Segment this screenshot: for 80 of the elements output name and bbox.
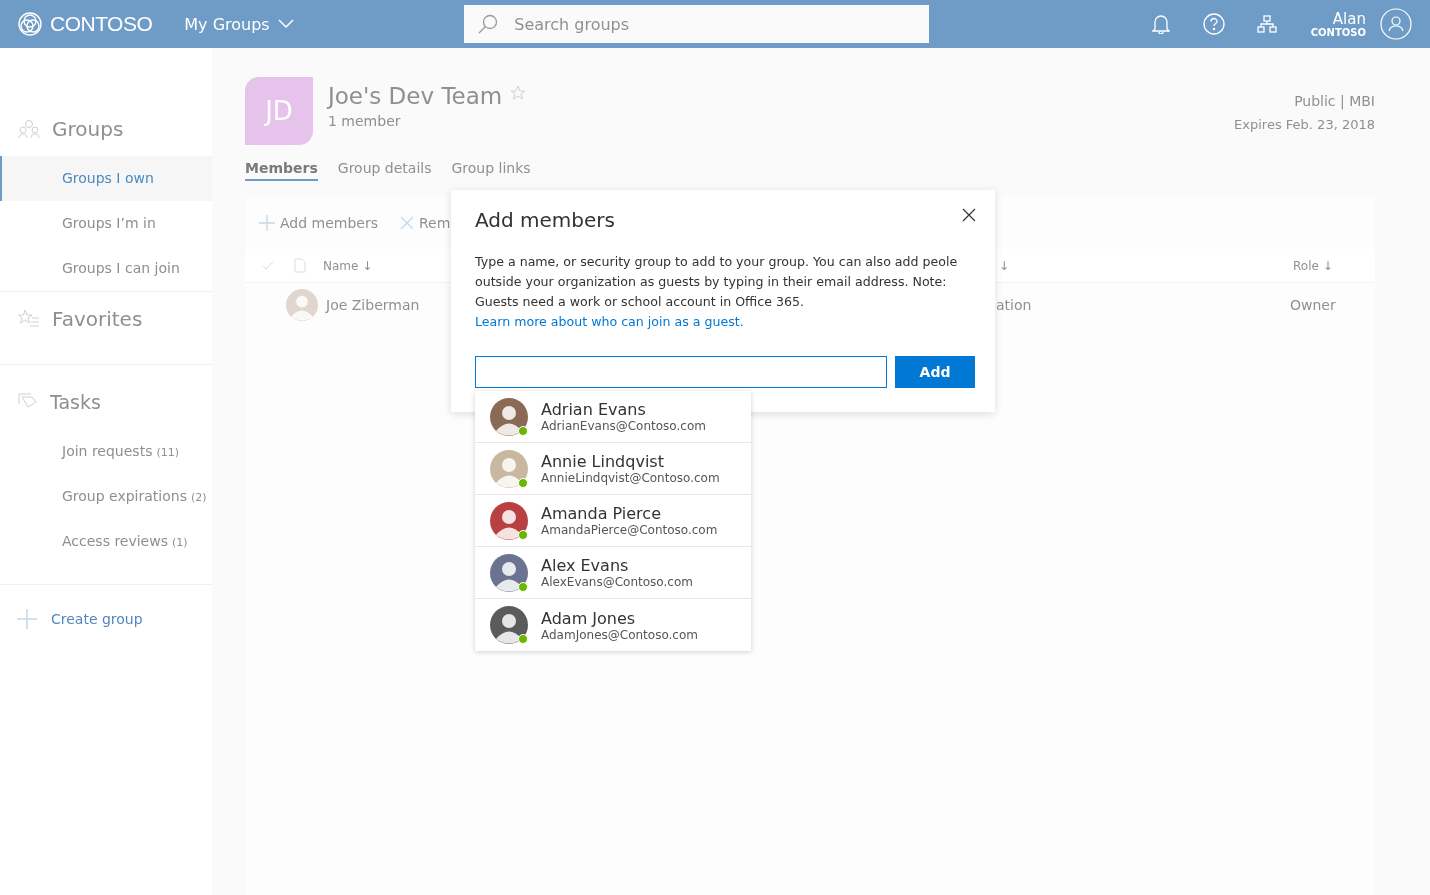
sidebar-item[interactable]: Groups I can join bbox=[0, 246, 212, 291]
avatar bbox=[286, 289, 318, 321]
sidebar-item[interactable]: Access reviews (1) bbox=[0, 519, 212, 564]
close-icon bbox=[962, 208, 976, 222]
create-group-link[interactable]: Create group bbox=[0, 585, 212, 629]
close-icon bbox=[400, 216, 414, 230]
add-members-button[interactable]: Add members bbox=[259, 215, 378, 231]
person-email: AdrianEvans@Contoso.com bbox=[541, 419, 706, 433]
app-menu[interactable]: My Groups bbox=[184, 14, 294, 34]
brand-name: CONTOSO bbox=[50, 12, 153, 36]
learn-more-link[interactable]: Learn more about who can join as a guest. bbox=[475, 312, 744, 332]
item-count: (2) bbox=[190, 490, 207, 506]
chevron-down-icon bbox=[277, 19, 294, 29]
avatar bbox=[490, 449, 528, 488]
sidebar-item[interactable]: Group expirations (2) bbox=[0, 474, 212, 519]
help-button[interactable] bbox=[1201, 12, 1226, 36]
item-count: (11) bbox=[156, 445, 179, 461]
help-icon bbox=[1202, 13, 1225, 35]
search-icon bbox=[478, 14, 499, 34]
table-cell: ation bbox=[996, 297, 1032, 313]
plus-icon bbox=[259, 215, 275, 231]
person-email: AlexEvans@Contoso.com bbox=[541, 575, 693, 589]
suggestion-item[interactable]: Adrian Evans AdrianEvans@Contoso.com bbox=[475, 391, 751, 443]
section-title[interactable]: Favorites bbox=[52, 307, 143, 331]
remove-button[interactable]: Rem bbox=[400, 215, 451, 231]
column-header[interactable]: Role ↓ bbox=[1293, 258, 1333, 273]
org-chart-button[interactable] bbox=[1254, 12, 1279, 36]
column-header[interactable]: Name ↓ bbox=[323, 258, 373, 273]
file-icon bbox=[294, 258, 306, 273]
table-cell: Owner bbox=[1290, 297, 1336, 313]
add-button[interactable]: Add bbox=[895, 356, 975, 388]
person-name: Alex Evans bbox=[541, 556, 630, 575]
person-name: Annie Lindqvist bbox=[541, 452, 665, 471]
close-button[interactable] bbox=[961, 208, 977, 224]
tab[interactable]: Group details bbox=[337, 160, 432, 181]
user-org: CONTOSO bbox=[1310, 26, 1366, 38]
tab[interactable]: Group links bbox=[451, 160, 531, 181]
classification: Public | MBI bbox=[1294, 93, 1375, 109]
sidebar-item[interactable]: Groups I’m in bbox=[0, 201, 212, 246]
column-header[interactable]: ↓ bbox=[999, 258, 1010, 273]
suggestion-item[interactable]: Amanda Pierce AmandaPierce@Contoso.com bbox=[475, 495, 751, 547]
person-email: AnnieLindqvist@Contoso.com bbox=[541, 471, 720, 485]
star-list-icon bbox=[18, 309, 40, 329]
check-icon[interactable] bbox=[262, 260, 274, 271]
section-title[interactable]: Groups bbox=[52, 117, 124, 141]
dialog-title: Add members bbox=[475, 208, 615, 232]
people-picker-field[interactable] bbox=[475, 356, 887, 388]
person-icon bbox=[1380, 8, 1412, 40]
bell-icon bbox=[1151, 14, 1170, 34]
avatar bbox=[490, 397, 528, 436]
sidebar-item[interactable]: Join requests (11) bbox=[0, 429, 212, 474]
org-chart-icon bbox=[1256, 15, 1277, 33]
avatar bbox=[490, 606, 528, 644]
dialog-description: Type a name, or security group to add to your group. You can also add peole outside your organization as guests by typing in their email address. Note: Guests need a work or school account in Office 365. bbox=[475, 253, 959, 311]
group-tile: JD bbox=[245, 77, 313, 145]
person-name: Adrian Evans bbox=[541, 400, 647, 419]
avatar bbox=[490, 553, 528, 592]
account-button[interactable] bbox=[1380, 8, 1412, 40]
suggestion-item[interactable]: Alex Evans AlexEvans@Contoso.com bbox=[475, 547, 751, 599]
item-count: (1) bbox=[172, 535, 188, 551]
suggestion-item[interactable]: Adam Jones AdamJones@Contoso.com bbox=[475, 599, 751, 651]
plus-icon bbox=[17, 609, 37, 629]
people-icon bbox=[18, 119, 40, 139]
suggestion-item[interactable]: Annie Lindqvist AnnieLindqvist@Contoso.com bbox=[475, 443, 751, 495]
section-title[interactable]: Tasks bbox=[50, 391, 101, 413]
person-name: Amanda Pierce bbox=[541, 504, 662, 523]
person-email: AdamJones@Contoso.com bbox=[541, 627, 698, 642]
avatar bbox=[490, 501, 528, 540]
person-name: Adam Jones bbox=[541, 608, 637, 628]
expiry-date: Expires Feb. 23, 2018 bbox=[1234, 117, 1375, 132]
logo-icon bbox=[18, 12, 42, 36]
sidebar-item[interactable]: Groups I own bbox=[0, 156, 212, 201]
user-name: Alan bbox=[1332, 10, 1366, 27]
star-icon[interactable] bbox=[510, 85, 527, 101]
person-email: AmandaPierce@Contoso.com bbox=[541, 523, 718, 537]
tab[interactable]: Members bbox=[245, 160, 318, 181]
member-count: 1 member bbox=[328, 113, 402, 129]
search-field[interactable]: Search groups bbox=[464, 5, 930, 43]
group-name: Joe's Dev Team bbox=[328, 83, 503, 109]
table-cell: Joe Ziberman bbox=[326, 297, 420, 313]
